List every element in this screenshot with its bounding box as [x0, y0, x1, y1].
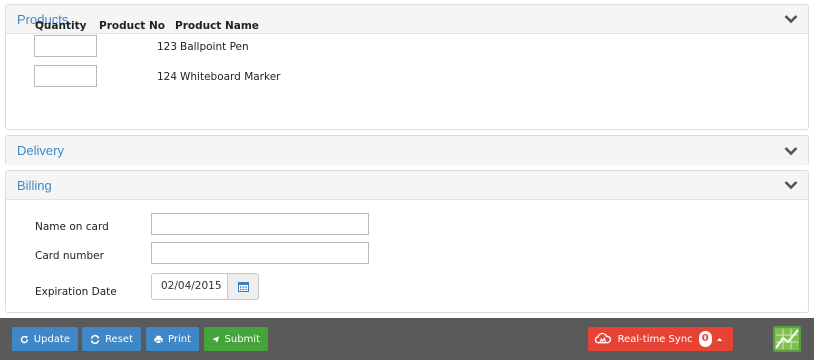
expiration-date-label: Expiration Date	[35, 286, 117, 298]
realtime-sync-label: Real-time Sync	[617, 333, 693, 345]
product-no-cell: 123	[156, 41, 177, 53]
billing-panel-header[interactable]: Billing	[6, 171, 808, 200]
delivery-panel-title: Delivery	[17, 143, 64, 158]
chevron-down-icon[interactable]	[784, 146, 798, 156]
products-panel: Products Quantity Product No Product Nam…	[5, 4, 809, 130]
delivery-panel-header[interactable]: Delivery	[6, 136, 808, 165]
product-name-cell: Whiteboard Marker	[180, 71, 281, 83]
name-on-card-label: Name on card	[35, 221, 109, 233]
product-no-cell: 124	[156, 71, 177, 83]
chevron-down-icon[interactable]	[784, 14, 798, 24]
expiration-date-field[interactable]: 02/04/2015	[151, 273, 227, 300]
send-icon	[212, 335, 220, 343]
card-number-label: Card number	[35, 250, 104, 262]
card-number-field[interactable]	[151, 242, 369, 264]
update-button[interactable]: Update	[12, 327, 78, 351]
product-name-cell: Ballpoint Pen	[180, 41, 249, 53]
quantity-input[interactable]	[34, 35, 97, 57]
submit-button[interactable]: Submit	[204, 327, 268, 351]
bottom-toolbar: Update Reset Print Submit Real-time Sync…	[0, 318, 814, 360]
print-button[interactable]: Print	[146, 327, 199, 351]
quantity-column-header: Quantity	[35, 20, 87, 32]
caret-up-icon	[716, 337, 722, 341]
reset-button[interactable]: Reset	[82, 327, 141, 351]
realtime-sync-button[interactable]: Real-time Sync 0	[588, 327, 733, 351]
submit-button-label: Submit	[224, 333, 260, 345]
reset-button-label: Reset	[105, 333, 133, 345]
quantity-input[interactable]	[34, 65, 97, 87]
chevron-down-icon[interactable]	[784, 180, 798, 190]
product-name-column-header: Product Name	[175, 20, 259, 32]
refresh-icon	[20, 335, 29, 343]
name-on-card-field[interactable]	[151, 213, 369, 235]
calendar-icon	[237, 282, 249, 292]
update-button-label: Update	[33, 333, 70, 345]
sync-count-badge: 0	[698, 331, 712, 347]
product-no-column-header: Product No	[99, 20, 165, 32]
reset-icon	[90, 334, 100, 344]
calendar-button[interactable]	[227, 273, 259, 300]
billing-panel: Billing Name on card Card number Expirat…	[5, 170, 809, 313]
billing-panel-title: Billing	[17, 177, 52, 193]
print-button-label: Print	[167, 333, 191, 345]
print-icon	[154, 335, 163, 344]
app-logo-icon	[773, 326, 801, 352]
expiration-date-picker: 02/04/2015	[151, 273, 259, 300]
delivery-panel: Delivery	[5, 135, 809, 165]
cloud-sync-icon	[594, 332, 612, 344]
